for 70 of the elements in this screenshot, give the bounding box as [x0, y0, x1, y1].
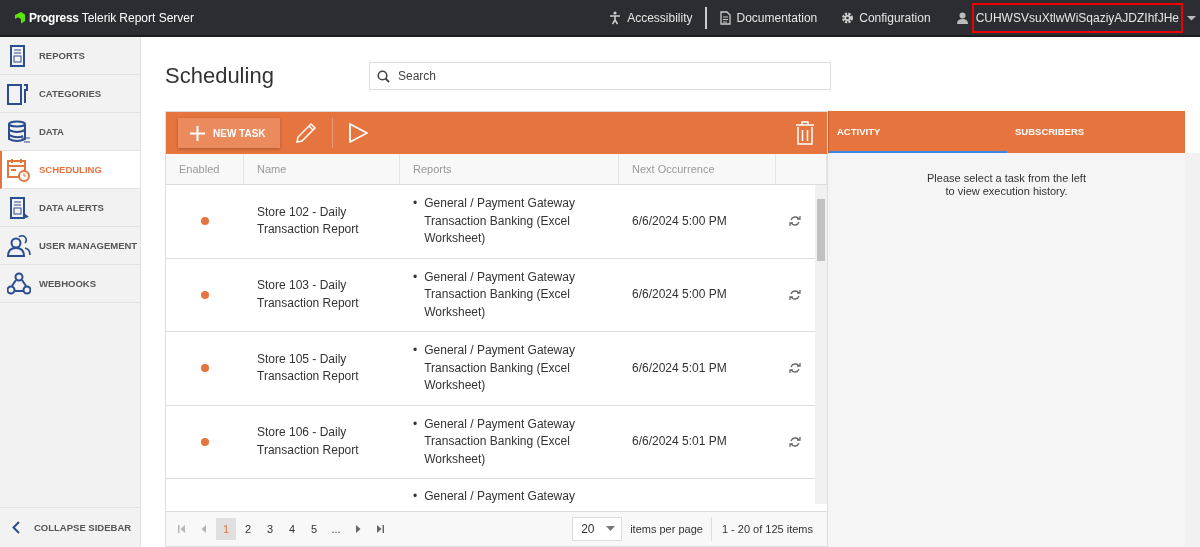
trash-icon: [795, 121, 815, 145]
page-button[interactable]: 5: [304, 518, 324, 540]
scrollbar[interactable]: [815, 185, 827, 504]
sidebar-item[interactable]: DATA ALERTS: [0, 189, 140, 227]
user-icon: [956, 11, 968, 24]
accessibility-icon: [609, 10, 623, 25]
task-name: Store 105 - Daily Transaction Report: [257, 350, 360, 386]
bullet: •: [413, 415, 418, 433]
delete-button[interactable]: [795, 121, 815, 145]
page-size-dropdown[interactable]: 20: [572, 517, 623, 541]
search-icon: [377, 70, 390, 83]
previous-page-icon: [200, 525, 208, 533]
last-page-icon: [376, 525, 384, 533]
report-path: General / Payment Gateway Transaction Banking (Excel Worksheet): [424, 268, 576, 321]
sidebar-item[interactable]: WEBHOOKS: [0, 265, 140, 303]
bullet: •: [413, 488, 418, 504]
header-link[interactable]: Documentation: [706, 10, 830, 25]
pager-info: 1 - 20 of 125 items: [720, 523, 814, 535]
sidebar-item[interactable]: REPORTS: [0, 37, 140, 75]
alert-report-icon: [7, 195, 31, 220]
task-name: Store 102 - Daily Transaction Report: [257, 203, 360, 239]
product-name: Report Server: [119, 10, 195, 25]
next-occurrence: 6/6/2024 5:00 PM: [632, 212, 727, 230]
categories-icon: [7, 81, 31, 106]
page-button[interactable]: 3: [260, 518, 280, 540]
report-path: General / Payment Gateway Transaction Banking (Excel Worksheet): [424, 195, 576, 247]
next-occurrence: 6/6/2024 5:01 PM: [632, 433, 727, 450]
bullet: •: [413, 195, 418, 212]
bullet: •: [413, 268, 418, 286]
collapse-sidebar-button[interactable]: COLLAPSE SIDEBAR: [0, 507, 140, 547]
search-field[interactable]: Search: [369, 62, 831, 90]
header-link[interactable]: Accessibility: [597, 10, 705, 25]
user-name[interactable]: CUHWSVsuXtlwWiSqaziyAJDZIhfJHe: [971, 2, 1183, 33]
settings-icon: [841, 10, 855, 25]
page-button[interactable]: 2: [238, 518, 258, 540]
report-path: General / Payment Gateway Transaction Banking (Excel Worksheet): [424, 342, 576, 394]
task-name: Store 106 - Daily Transaction Report: [257, 424, 360, 459]
progress-logo-icon: [14, 11, 26, 24]
items-per-page-label: items per page: [630, 517, 712, 541]
pencil-icon: [293, 121, 318, 145]
scrollbar[interactable]: [1185, 153, 1200, 547]
play-icon: [346, 122, 369, 144]
calendar-clock-icon: [7, 157, 31, 182]
caret-icon: [1187, 14, 1196, 21]
report-path: General / Payment Gateway: [424, 488, 575, 504]
brand-name: Progress: [29, 10, 79, 25]
next-occurrence: 6/6/2024 5:00 PM: [632, 286, 727, 303]
first-page-icon: [178, 525, 186, 533]
brand-product: Telerik: [81, 10, 117, 25]
users-icon: [7, 233, 31, 258]
bullet: •: [413, 342, 418, 359]
header-link[interactable]: Configuration: [829, 10, 943, 25]
next-occurrence: 6/6/2024 5:01 PM: [632, 359, 727, 377]
chevron-left-icon: [12, 521, 20, 534]
empty-message: Please select a task from the left to view execution history.: [926, 172, 1087, 199]
run-button[interactable]: [346, 122, 369, 144]
plus-icon: [190, 125, 205, 141]
task-name: Store 103 - Daily Transaction Report: [257, 277, 360, 312]
next-page-icon: [354, 525, 362, 533]
page-button[interactable]: ...: [326, 518, 346, 540]
database-icon: [7, 119, 31, 144]
caret-icon: [606, 526, 616, 532]
page-title: Scheduling: [165, 63, 275, 89]
sidebar-item[interactable]: CATEGORIES: [0, 75, 140, 113]
report-path: General / Payment Gateway Transaction Banking (Excel Worksheet): [424, 415, 576, 468]
sidebar-item[interactable]: USER MANAGEMENT: [0, 227, 140, 265]
webhooks-icon: [7, 271, 31, 296]
page-button[interactable]: 4: [282, 518, 302, 540]
document-icon: [718, 10, 732, 25]
edit-button[interactable]: [293, 121, 318, 145]
